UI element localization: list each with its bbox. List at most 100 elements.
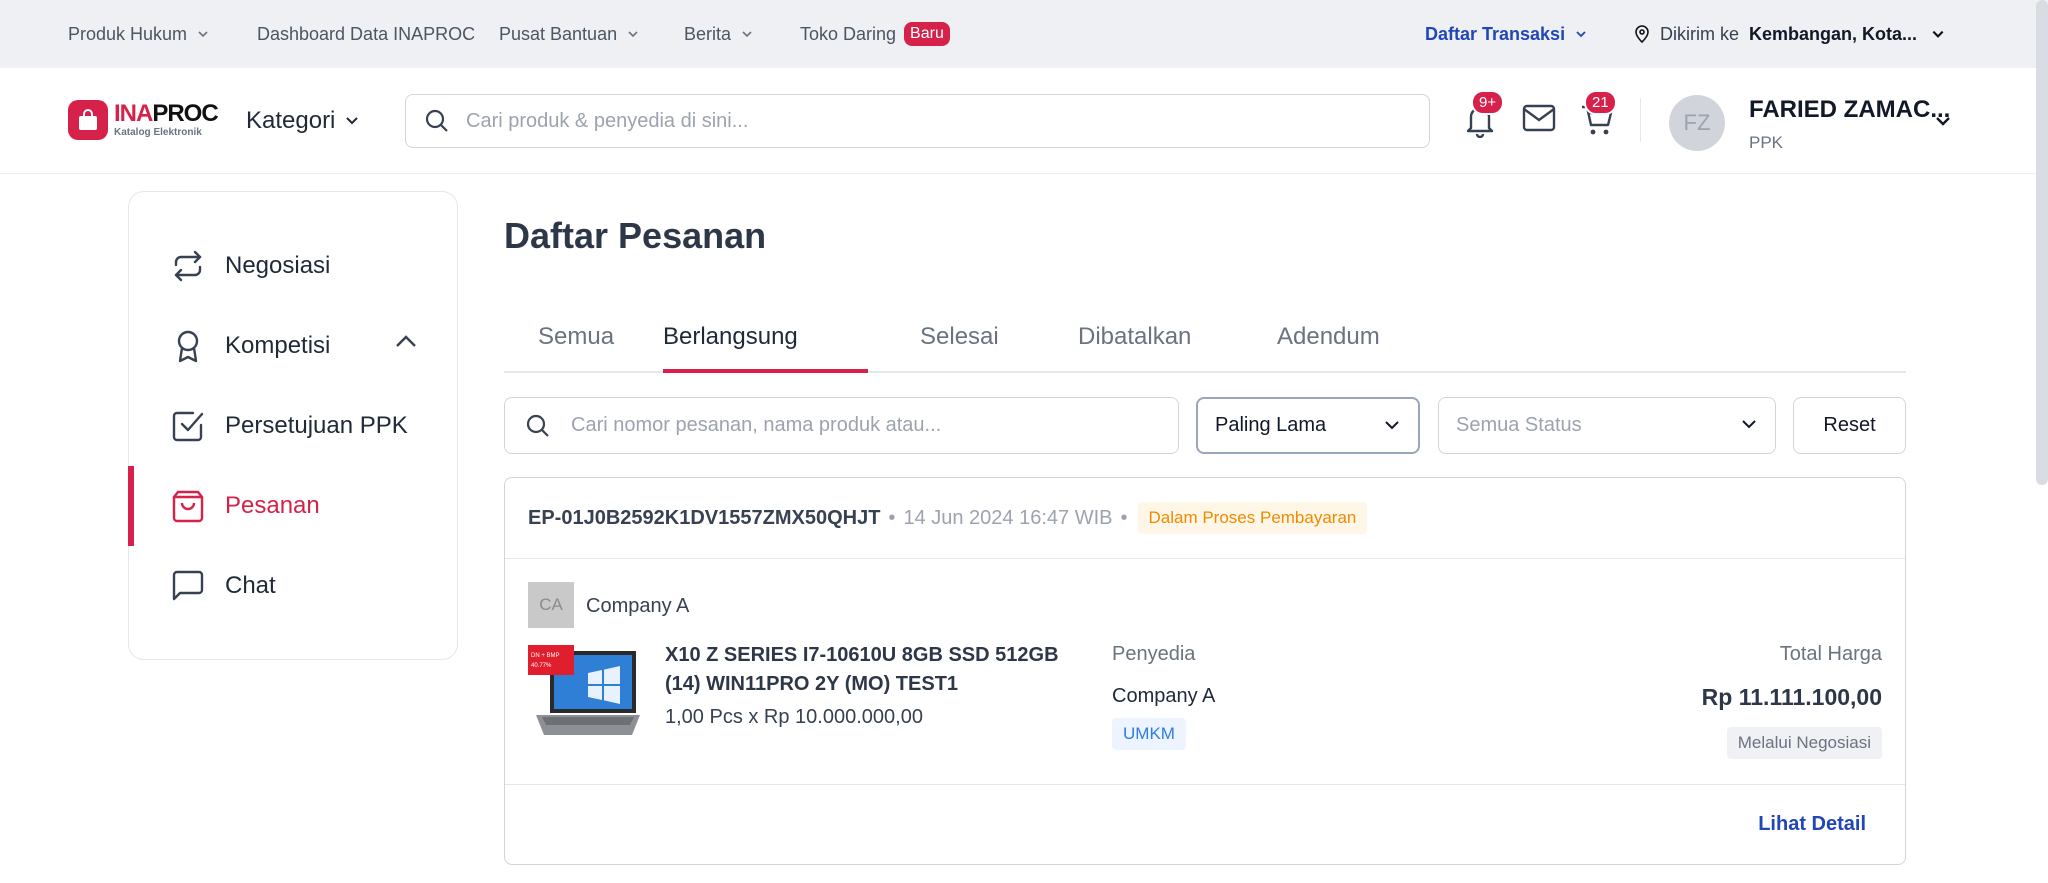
menu-pusat-bantuan[interactable]: Pusat Bantuan bbox=[499, 0, 639, 68]
menu-berita-label: Berita bbox=[684, 23, 732, 44]
logo-subtitle: Katalog Elektronik bbox=[114, 127, 202, 138]
sidebar-item-label: Persetujuan PPK bbox=[225, 412, 408, 439]
sidebar-item-kompetisi[interactable]: Kompetisi bbox=[129, 306, 457, 386]
sidebar-item-label: Negosiasi bbox=[225, 252, 331, 279]
page-title: Daftar Pesanan bbox=[504, 215, 767, 256]
check-square-icon bbox=[172, 411, 204, 442]
sort-select-value: Paling Lama bbox=[1215, 414, 1327, 436]
menu-berita[interactable]: Berita bbox=[684, 0, 753, 68]
sidebar-item-chat[interactable]: Chat bbox=[129, 546, 457, 626]
dikirim-label: Dikirim ke bbox=[1660, 23, 1739, 44]
shopping-bag-icon bbox=[172, 490, 204, 523]
total-price: Rp 11.111.100,00 bbox=[1701, 684, 1882, 710]
chevron-down-icon bbox=[1385, 421, 1399, 430]
menu-dashboard[interactable]: Dashboard Data INAPROC bbox=[257, 0, 475, 68]
utility-bar: Produk Hukum Dashboard Data INAPROC Pusa… bbox=[0, 0, 2048, 68]
notification-button[interactable]: 9+ bbox=[1463, 90, 1505, 143]
sidebar-item-negosiasi[interactable]: Negosiasi bbox=[129, 226, 457, 306]
status-badge: Dalam Proses Pembayaran bbox=[1137, 502, 1368, 534]
inaproc-logo[interactable]: INAPROC Katalog Elektronik bbox=[68, 100, 219, 140]
active-indicator bbox=[128, 466, 134, 546]
sort-select[interactable]: Paling Lama bbox=[1196, 397, 1420, 454]
chevron-up-icon[interactable] bbox=[395, 334, 417, 348]
order-date: 14 Jun 2024 16:47 WIB bbox=[903, 506, 1113, 529]
chevron-down-icon[interactable] bbox=[1935, 115, 1951, 127]
chevron-down-icon bbox=[1742, 420, 1756, 429]
status-select-placeholder: Semua Status bbox=[1456, 414, 1582, 436]
sidebar-item-persetujuan-ppk[interactable]: Persetujuan PPK bbox=[129, 386, 457, 466]
tab-adendum[interactable]: Adendum bbox=[1277, 300, 1380, 373]
page-scrollbar[interactable] bbox=[2036, 0, 2048, 485]
avatar[interactable]: FZ bbox=[1669, 95, 1725, 151]
map-pin-icon bbox=[1635, 25, 1649, 43]
svg-text:40.77%: 40.77% bbox=[531, 663, 552, 669]
mail-icon bbox=[1522, 104, 1556, 132]
product-name[interactable]: X10 Z SERIES I7-10610U 8GB SSD 512GB (14… bbox=[665, 641, 1085, 699]
notification-count-badge: 9+ bbox=[1471, 90, 1505, 115]
sidebar-item-label: Kompetisi bbox=[225, 332, 331, 359]
tab-selesai[interactable]: Selesai bbox=[920, 300, 999, 373]
product-quantity-price: 1,00 Pcs x Rp 10.000.000,00 bbox=[665, 706, 923, 728]
menu-dashboard-label: Dashboard Data INAPROC bbox=[257, 23, 476, 44]
shopping-bag-logo-icon bbox=[68, 100, 108, 140]
chevron-down-icon bbox=[1932, 30, 1944, 38]
order-number: EP-01J0B2592K1DV1557ZMX50QHJT bbox=[528, 506, 881, 529]
lihat-detail-link[interactable]: Lihat Detail bbox=[1758, 813, 1866, 836]
product-search-box[interactable] bbox=[405, 94, 1430, 148]
chevron-down-icon bbox=[198, 31, 208, 38]
cart-button[interactable]: 21 bbox=[1580, 90, 1617, 143]
product-search-input[interactable] bbox=[466, 109, 1366, 133]
via-badge: Melalui Negosiasi bbox=[1726, 727, 1882, 759]
menu-produk-hukum-label: Produk Hukum bbox=[68, 23, 188, 44]
laptop-image-icon: DN + BMP 40.77% bbox=[528, 645, 640, 735]
chevron-down-icon bbox=[346, 117, 359, 125]
umkm-badge: UMKM bbox=[1112, 718, 1186, 750]
main-header: INAPROC Katalog Elektronik Kategori 9+ 2… bbox=[0, 68, 2048, 174]
kategori-label: Kategori bbox=[246, 107, 336, 134]
dikirim-location: Kembangan, Kota... bbox=[1749, 23, 1918, 44]
menu-produk-hukum[interactable]: Produk Hukum bbox=[68, 0, 209, 68]
penyedia-label: Penyedia bbox=[1112, 643, 1196, 665]
order-search-box[interactable] bbox=[504, 397, 1179, 454]
search-icon bbox=[425, 109, 448, 132]
logo-text-ina: INA bbox=[114, 100, 153, 127]
sidebar-item-pesanan[interactable]: Pesanan bbox=[128, 466, 457, 546]
tab-dibatalkan[interactable]: Dibatalkan bbox=[1078, 300, 1191, 373]
order-card: EP-01J0B2592K1DV1557ZMX50QHJT • 14 Jun 2… bbox=[504, 477, 1906, 865]
chevron-down-icon bbox=[742, 31, 752, 38]
status-select[interactable]: Semua Status bbox=[1438, 397, 1776, 454]
menu-toko-daring-label: Toko Daring bbox=[800, 23, 897, 44]
header-divider bbox=[1640, 98, 1641, 142]
logo-text-proc: PROC bbox=[152, 100, 218, 127]
card-divider bbox=[505, 784, 1905, 785]
active-tab-underline bbox=[663, 369, 868, 373]
award-icon bbox=[177, 330, 199, 363]
kategori-dropdown[interactable]: Kategori bbox=[246, 68, 359, 174]
daftar-transaksi-label: Daftar Transaksi bbox=[1425, 23, 1566, 44]
chevron-down-icon bbox=[628, 31, 638, 38]
penyedia-name: Company A bbox=[1112, 685, 1216, 707]
new-badge: Baru bbox=[904, 22, 950, 46]
user-name[interactable]: FARIED ZAMAC... bbox=[1749, 96, 1950, 124]
search-icon bbox=[526, 414, 549, 437]
sidebar-item-label: Pesanan bbox=[225, 492, 320, 519]
separator-dot: • bbox=[1120, 506, 1128, 529]
sidebar-item-label: Chat bbox=[225, 572, 276, 599]
sidebar: Negosiasi Kompetisi Persetujuan PPK Pesa… bbox=[128, 191, 458, 660]
chevron-down-icon bbox=[1576, 31, 1586, 38]
message-square-icon bbox=[172, 570, 204, 601]
repeat-icon bbox=[174, 250, 202, 282]
user-role: PPK bbox=[1749, 133, 1784, 152]
daftar-transaksi-menu[interactable]: Daftar Transaksi bbox=[1425, 0, 1587, 68]
menu-pusat-bantuan-label: Pusat Bantuan bbox=[499, 23, 618, 44]
reset-button[interactable]: Reset bbox=[1793, 397, 1906, 454]
tab-berlangsung-label: Berlangsung bbox=[663, 322, 798, 350]
shipping-location-selector[interactable]: Dikirim ke Kembangan, Kota... bbox=[1634, 0, 1945, 68]
vendor-logo: CA bbox=[528, 582, 574, 628]
menu-toko-daring[interactable]: Toko Daring Baru bbox=[800, 0, 950, 68]
order-search-input[interactable] bbox=[571, 414, 1151, 437]
tab-berlangsung[interactable]: Berlangsung bbox=[504, 300, 798, 373]
vendor-name[interactable]: Company A bbox=[586, 595, 689, 618]
product-thumbnail[interactable]: DN + BMP 40.77% bbox=[528, 643, 643, 743]
messages-button[interactable] bbox=[1521, 102, 1557, 139]
